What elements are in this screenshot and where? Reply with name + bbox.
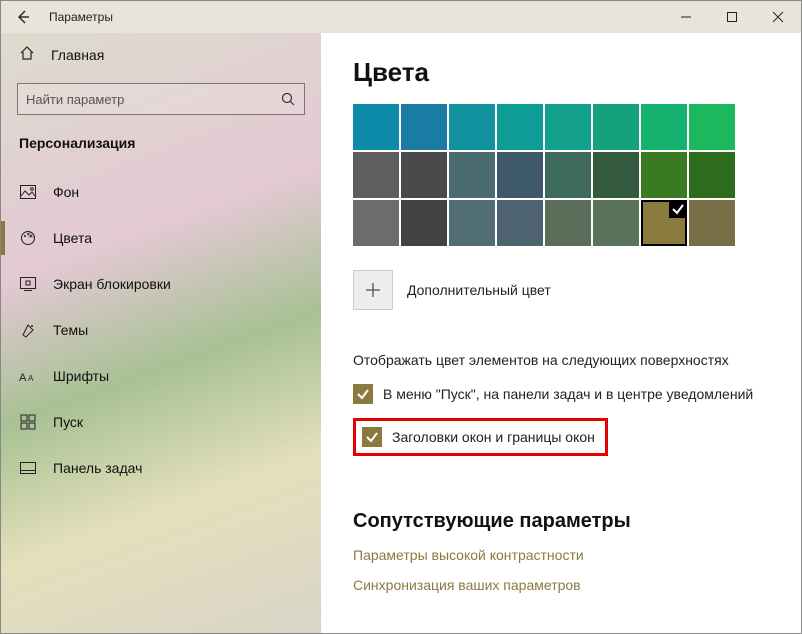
color-swatch[interactable] <box>401 200 447 246</box>
search-box[interactable] <box>17 83 305 115</box>
home-icon <box>19 45 35 66</box>
sidebar-item-colors[interactable]: Цвета <box>1 215 321 261</box>
home-label: Главная <box>51 47 104 63</box>
sidebar-item-start[interactable]: Пуск <box>1 399 321 445</box>
checkbox-label: Заголовки окон и границы окон <box>392 429 595 445</box>
check-icon <box>356 387 370 401</box>
checkbox[interactable] <box>353 384 373 404</box>
taskbar-icon <box>19 462 37 474</box>
close-icon <box>773 12 783 22</box>
home-nav[interactable]: Главная <box>1 33 321 77</box>
color-swatch[interactable] <box>449 152 495 198</box>
sidebar-item-label: Шрифты <box>53 368 109 384</box>
color-swatch[interactable] <box>449 104 495 150</box>
check-icon <box>365 430 379 444</box>
svg-text:A: A <box>19 372 27 384</box>
custom-color-label: Дополнительный цвет <box>407 282 551 298</box>
color-swatch[interactable] <box>353 104 399 150</box>
search-input[interactable] <box>18 92 272 107</box>
color-swatch[interactable] <box>497 152 543 198</box>
color-swatch[interactable] <box>545 152 591 198</box>
check-icon <box>671 202 685 216</box>
search-icon <box>272 92 304 106</box>
arrow-left-icon <box>15 9 31 25</box>
color-swatch[interactable] <box>497 200 543 246</box>
close-button[interactable] <box>755 1 801 33</box>
plus-icon <box>366 283 380 297</box>
sidebar-item-label: Пуск <box>53 414 83 430</box>
checkbox-label: В меню "Пуск", на панели задач и в центр… <box>383 386 753 402</box>
checkbox[interactable] <box>362 427 382 447</box>
color-swatch[interactable] <box>401 104 447 150</box>
titlebar: Параметры <box>1 1 801 33</box>
back-button[interactable] <box>9 3 37 31</box>
start-icon <box>19 415 37 429</box>
sidebar-item-taskbar[interactable]: Панель задач <box>1 445 321 491</box>
checkbox-row: Заголовки окон и границы окон <box>353 418 608 456</box>
color-swatch[interactable] <box>545 200 591 246</box>
related-link[interactable]: Синхронизация ваших параметров <box>353 577 773 593</box>
page-title: Цвета <box>353 57 773 88</box>
window-title: Параметры <box>37 10 113 24</box>
minimize-icon <box>681 12 691 22</box>
sidebar-nav: Фон Цвета Экран блокировки Темы AA Шрифты Пуск… <box>1 169 321 491</box>
minimize-button[interactable] <box>663 1 709 33</box>
color-swatch[interactable] <box>353 152 399 198</box>
color-swatch[interactable] <box>449 200 495 246</box>
color-swatch[interactable] <box>689 152 735 198</box>
color-swatch[interactable] <box>641 200 687 246</box>
sidebar: Главная Персонализация Фон Цвета Экран бло… <box>1 33 321 633</box>
custom-color-button[interactable] <box>353 270 393 310</box>
color-swatch[interactable] <box>401 152 447 198</box>
sidebar-item-background[interactable]: Фон <box>1 169 321 215</box>
content-pane: Цвета Дополнительный цвет Отображать цве… <box>321 33 801 633</box>
color-swatch[interactable] <box>641 152 687 198</box>
color-swatch[interactable] <box>689 104 735 150</box>
svg-text:A: A <box>28 374 34 383</box>
colors-icon <box>19 230 37 246</box>
sidebar-item-label: Фон <box>53 184 79 200</box>
color-swatch[interactable] <box>545 104 591 150</box>
fonts-icon: AA <box>19 369 37 383</box>
maximize-icon <box>727 12 737 22</box>
color-swatch[interactable] <box>641 104 687 150</box>
color-swatch-grid <box>353 104 773 246</box>
maximize-button[interactable] <box>709 1 755 33</box>
sidebar-item-fonts[interactable]: AA Шрифты <box>1 353 321 399</box>
color-swatch[interactable] <box>593 104 639 150</box>
surface-section-label: Отображать цвет элементов на следующих п… <box>353 352 773 368</box>
section-title: Персонализация <box>1 125 321 169</box>
related-title: Сопутствующие параметры <box>353 510 773 533</box>
color-swatch[interactable] <box>593 200 639 246</box>
sidebar-item-themes[interactable]: Темы <box>1 307 321 353</box>
lockscreen-icon <box>19 277 37 291</box>
sidebar-item-lockscreen[interactable]: Экран блокировки <box>1 261 321 307</box>
settings-window: Параметры Главная <box>0 0 802 634</box>
sidebar-item-label: Экран блокировки <box>53 276 171 292</box>
color-swatch[interactable] <box>689 200 735 246</box>
sidebar-item-label: Темы <box>53 322 88 338</box>
color-swatch[interactable] <box>353 200 399 246</box>
related-link[interactable]: Параметры высокой контрастности <box>353 547 773 563</box>
background-icon <box>19 185 37 199</box>
sidebar-item-label: Панель задач <box>53 460 142 476</box>
sidebar-item-label: Цвета <box>53 230 92 246</box>
themes-icon <box>19 322 37 338</box>
color-swatch[interactable] <box>593 152 639 198</box>
color-swatch[interactable] <box>497 104 543 150</box>
checkbox-row: В меню "Пуск", на панели задач и в центр… <box>353 384 773 404</box>
